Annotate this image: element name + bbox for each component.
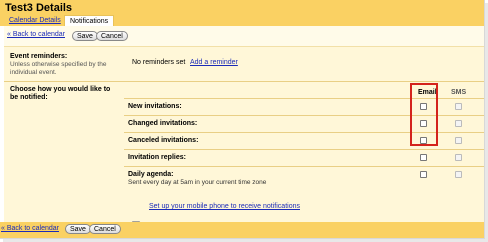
email-checkbox-daily-agenda[interactable] (420, 171, 427, 178)
sms-checkbox-invitation-replies[interactable] (455, 154, 462, 161)
row-label-canceled-invitations: Canceled invitations: (128, 137, 199, 144)
email-checkbox-invitation-replies[interactable] (420, 154, 427, 161)
save-button-bottom[interactable]: Save (65, 224, 91, 234)
cancel-button[interactable]: Cancel (96, 31, 128, 41)
notifications-panel: « Back to calendar Save Cancel Event rem… (4, 26, 484, 237)
email-column-highlight (410, 83, 438, 146)
row-divider (124, 149, 484, 150)
save-button[interactable]: Save (72, 31, 98, 41)
back-to-calendar-link-bottom[interactable]: « Back to calendar (1, 225, 59, 232)
reminders-status: No reminders set (132, 59, 186, 66)
row-label-daily-agenda: Daily agenda: (128, 171, 174, 178)
sms-checkbox-daily-agenda[interactable] (455, 171, 462, 178)
daily-agenda-sub: Sent every day at 5am in your current ti… (128, 179, 267, 186)
back-to-calendar-link[interactable]: « Back to calendar (7, 31, 65, 38)
cancel-button-bottom[interactable]: Cancel (89, 224, 121, 234)
setup-mobile-link[interactable]: Set up your mobile phone to receive noti… (149, 203, 300, 210)
bottom-action-bar: « Back to calendar Save Cancel (0, 222, 484, 238)
sms-column-header: SMS (451, 89, 467, 96)
row-label-changed-invitations: Changed invitations: (128, 120, 198, 127)
calendar-details-window: Test3 Details Calendar Details Notificat… (0, 0, 485, 239)
sms-checkbox-changed-invitations[interactable] (455, 120, 462, 127)
row-label-invitation-replies: Invitation replies: (128, 154, 186, 161)
section-divider (4, 81, 484, 82)
row-divider (124, 166, 484, 167)
row-label-new-invitations: New invitations: (128, 103, 182, 110)
add-reminder-link[interactable]: Add a reminder (190, 59, 238, 66)
sms-checkbox-new-invitations[interactable] (455, 103, 462, 110)
tab-calendar-details[interactable]: Calendar Details (4, 15, 66, 26)
top-action-bar: « Back to calendar Save Cancel (4, 26, 484, 47)
notify-label: Choose how you would like to be notified… (10, 86, 111, 101)
event-reminders-label: Event reminders: (10, 53, 68, 60)
event-reminders-sub: Unless otherwise specified by the indivi… (10, 61, 107, 76)
sms-checkbox-canceled-invitations[interactable] (455, 137, 462, 144)
page-title: Test3 Details (5, 2, 73, 14)
